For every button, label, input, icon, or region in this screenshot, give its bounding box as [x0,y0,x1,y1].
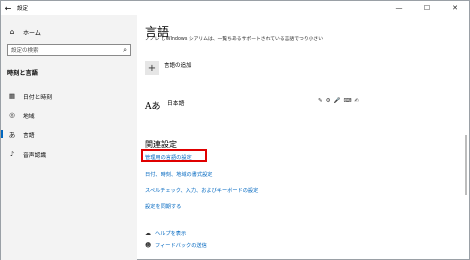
settings-icon: ⚙ [325,98,331,104]
sidebar-item-region[interactable]: ◎ 地域 [1,108,137,122]
plus-icon: + [145,61,159,75]
sidebar-item-label: 言語 [23,132,35,139]
language-name: 日本語 [167,101,185,107]
handwriting-icon: ✍ [354,98,359,104]
sidebar-item-language[interactable]: あ 言語 [1,127,137,141]
sidebar-item-label: 日付と時刻 [23,94,52,101]
search-input[interactable]: 設定の検索 ⌕ [7,44,131,56]
search-placeholder: 設定の検索 [11,48,39,54]
sidebar-item-date-time[interactable]: ▦ 日付と時刻 [1,89,137,103]
feedback-label: フィードバックの送信 [155,243,207,249]
date-time-format-link[interactable]: 日付、時刻、地域の書式設定 [145,171,212,178]
sidebar-item-label: 音声認識 [23,152,47,159]
scrollbar[interactable] [463,15,469,260]
main-content: 言語 ノノレ しWIndows シアリムは、一覧ちあるサポートされている言語でつ… [137,15,459,260]
sidebar-item-label: 地域 [23,113,35,120]
window-controls: — ☐ ✕ [385,1,469,15]
settings-window: ← 設定 — ☐ ✕ ⌂ ホーム 設定の検索 ⌕ 時刻と言語 ▦ 日付と時刻 ◎… [0,0,470,260]
admin-language-settings-link[interactable]: 管理用の言語の設定 [145,154,192,161]
microphone-icon: ♪ [9,150,15,158]
language-list-item[interactable]: Aあ 日本語 ✎ ⚙ 🎤 ⌨ ✍ [145,98,359,112]
search-icon[interactable]: ⌕ [123,46,127,55]
scrollbar-thumb[interactable] [465,135,467,195]
speech-icon: 🎤 [333,98,341,104]
title-bar: ← 設定 — ☐ ✕ [1,1,469,15]
sidebar-section-title: 時刻と言語 [7,70,38,77]
help-label: ヘルプを表示 [155,231,187,237]
sidebar-item-label: ホーム [23,29,41,37]
maximize-button[interactable]: ☐ [413,1,441,15]
close-button[interactable]: ✕ [441,1,469,15]
give-feedback-link[interactable]: ☻ フィードバックの送信 [145,242,207,249]
home-icon: ⌂ [9,28,15,36]
page-description: ノノレ しWIndows シアリムは、一覧ちあるサポートされている言語でつり小さ… [145,37,324,42]
feedback-icon: ☻ [145,242,152,249]
window-title: 設定 [17,6,29,12]
back-arrow-icon: ← [4,3,12,13]
language-features: ✎ ⚙ 🎤 ⌨ ✍ [318,98,359,104]
language-glyph-icon: Aあ [145,102,161,112]
spelling-typing-keyboard-link[interactable]: スペルチェック、入力、およびキーボードの設定 [145,187,258,194]
sidebar-item-home[interactable]: ⌂ ホーム [1,25,137,39]
calendar-icon: ▦ [8,92,16,100]
add-language-button[interactable]: + 言語の追加 [145,61,192,75]
globe-icon: ◎ [9,111,15,119]
get-help-link[interactable]: ☁ ヘルプを表示 [145,230,186,237]
display-language-icon: ✎ [318,98,323,104]
help-icon: ☁ [145,230,151,237]
minimize-button[interactable]: — [385,1,413,15]
keyboard-icon: ⌨ [343,98,352,104]
add-language-label: 言語の追加 [164,62,192,69]
back-button[interactable]: ← [1,1,15,15]
sync-settings-link[interactable]: 設定を同期する [145,203,181,210]
sidebar: ⌂ ホーム 設定の検索 ⌕ 時刻と言語 ▦ 日付と時刻 ◎ 地域 あ 言語 ♪ … [1,15,137,260]
language-icon: あ [8,131,16,139]
sidebar-item-speech[interactable]: ♪ 音声認識 [1,147,137,161]
